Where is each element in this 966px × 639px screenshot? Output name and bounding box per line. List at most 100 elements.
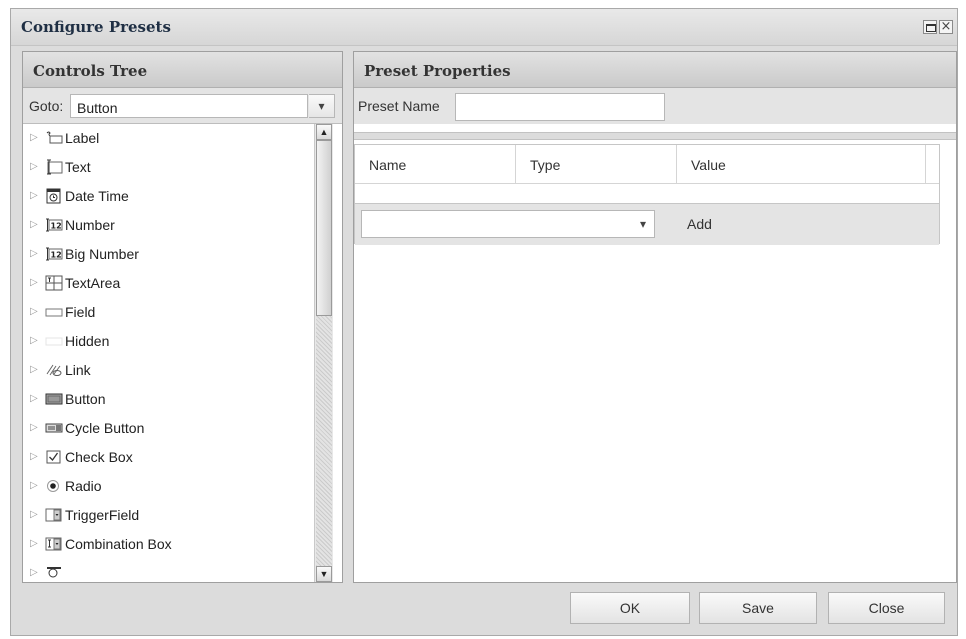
- expand-arrow-icon[interactable]: ▷: [30, 393, 38, 404]
- expand-arrow-icon[interactable]: ▷: [30, 161, 38, 172]
- tree-item[interactable]: ▷ Field: [23, 298, 312, 327]
- link-icon: [45, 362, 63, 378]
- preset-name-input[interactable]: [455, 93, 665, 121]
- chevron-down-icon[interactable]: ▾: [309, 94, 335, 118]
- tree-item[interactable]: ▷: [23, 559, 312, 582]
- tree-item[interactable]: ▷ Combination Box: [23, 530, 312, 559]
- tree-item-label: Radio: [65, 478, 102, 494]
- controls-tree-panel: Controls Tree Goto: Button ▾ ▷ Label ▷ Text…: [22, 51, 343, 583]
- expand-arrow-icon[interactable]: ▷: [30, 509, 38, 520]
- configure-presets-dialog: Configure Presets × Controls Tree Goto: …: [10, 8, 958, 636]
- column-header-type[interactable]: Type: [516, 145, 677, 183]
- tree-item[interactable]: ▷ 12 Number: [23, 211, 312, 240]
- grid-header: Name Type Value: [355, 145, 939, 184]
- svg-text:12: 12: [51, 222, 62, 231]
- scroll-thumb[interactable]: [316, 140, 332, 316]
- triggerfield-icon: [45, 507, 63, 523]
- tree-item[interactable]: ▷ Radio: [23, 472, 312, 501]
- textarea-icon: [45, 275, 63, 291]
- chevron-down-icon[interactable]: ▾: [632, 211, 654, 237]
- tree-item[interactable]: ▷ TextArea: [23, 269, 312, 298]
- datetime-icon: [45, 188, 63, 204]
- tree-item-label: Combination Box: [65, 536, 172, 552]
- tree-item[interactable]: ▷ TriggerField: [23, 501, 312, 530]
- tree-item[interactable]: ▷ Label: [23, 124, 312, 153]
- tree-item[interactable]: ▷ Hidden: [23, 327, 312, 356]
- expand-arrow-icon[interactable]: ▷: [30, 190, 38, 201]
- column-header-name[interactable]: Name: [355, 145, 516, 183]
- checkbox-icon: [45, 449, 63, 465]
- preset-properties-header: Preset Properties: [354, 52, 956, 88]
- expand-arrow-icon[interactable]: ▷: [30, 364, 38, 375]
- tree-item-label: Button: [65, 391, 106, 407]
- preset-name-label: Preset Name: [358, 98, 440, 114]
- tree-item-label: TextArea: [65, 275, 121, 291]
- preset-name-bar: Preset Name: [354, 88, 956, 124]
- expand-arrow-icon[interactable]: ▷: [30, 335, 38, 346]
- close-button[interactable]: Close: [828, 592, 945, 624]
- tree-item-label: TriggerField: [65, 507, 140, 523]
- preset-properties-panel: Preset Properties Preset Name Name Type …: [353, 51, 957, 583]
- close-icon[interactable]: ×: [939, 20, 953, 34]
- tree-item[interactable]: ▷ Text: [23, 153, 312, 182]
- tree-item-label: Big Number: [65, 246, 139, 262]
- tree-item[interactable]: ▷ Button: [23, 385, 312, 414]
- text-icon: [45, 159, 63, 175]
- goto-bar: Goto: Button ▾: [23, 88, 342, 124]
- tree-item-label: Field: [65, 304, 96, 320]
- dialog-title: Configure Presets: [21, 18, 171, 36]
- tree-item-label: Cycle Button: [65, 420, 145, 436]
- expand-arrow-icon[interactable]: ▷: [30, 248, 38, 259]
- goto-combo-input[interactable]: Button: [70, 94, 308, 118]
- ok-button[interactable]: OK: [570, 592, 690, 624]
- tree-item[interactable]: ▷ Cycle Button: [23, 414, 312, 443]
- tree-item[interactable]: ▷ 12 Big Number: [23, 240, 312, 269]
- save-button[interactable]: Save: [699, 592, 817, 624]
- tree-item-label: Hidden: [65, 333, 110, 349]
- hidden-icon: [45, 333, 63, 349]
- expand-arrow-icon[interactable]: ▷: [30, 480, 38, 491]
- controls-tree-header: Controls Tree: [23, 52, 342, 88]
- tree-item-label: Link: [65, 362, 91, 378]
- tree-item-label: Text: [65, 159, 91, 175]
- controls-tree: ▷ Label ▷ Text ▷ Date Time ▷ 12 Number ▷ 12 Big Num…: [23, 124, 312, 582]
- combobox-icon: [45, 536, 63, 552]
- cycle-button-icon: [45, 420, 63, 436]
- expand-arrow-icon[interactable]: ▷: [30, 219, 38, 230]
- properties-grid: Name Type Value ▾ Add: [354, 144, 940, 245]
- tree-item[interactable]: ▷ Date Time: [23, 182, 312, 211]
- expand-arrow-icon[interactable]: ▷: [30, 306, 38, 317]
- number-icon: 12: [45, 217, 63, 233]
- expand-arrow-icon[interactable]: ▷: [30, 132, 38, 143]
- tree-item-label: Number: [65, 217, 115, 233]
- separator-bar: [354, 132, 956, 140]
- tree-item[interactable]: ▷ Link: [23, 356, 312, 385]
- tree-item[interactable]: ▷ Check Box: [23, 443, 312, 472]
- add-button[interactable]: Add: [687, 216, 712, 232]
- titlebar: Configure Presets ×: [11, 9, 957, 46]
- column-header-value[interactable]: Value: [677, 145, 926, 183]
- expand-arrow-icon[interactable]: ▷: [30, 277, 38, 288]
- tree-item-label: Label: [65, 130, 100, 146]
- button-icon: [45, 391, 63, 407]
- property-select-combo[interactable]: ▾: [361, 210, 655, 238]
- tree-scrollbar[interactable]: ▲ ▼: [314, 124, 333, 582]
- goto-label: Goto:: [29, 98, 64, 114]
- scroll-down-icon[interactable]: ▼: [316, 566, 332, 582]
- radio-icon: [45, 478, 63, 494]
- expand-arrow-icon[interactable]: ▷: [30, 538, 38, 549]
- field-icon: [45, 304, 63, 320]
- maximize-icon[interactable]: [923, 20, 937, 34]
- partial-icon: [45, 565, 63, 581]
- tree-item-label: Date Time: [65, 188, 129, 204]
- scroll-up-icon[interactable]: ▲: [316, 124, 332, 140]
- expand-arrow-icon[interactable]: ▷: [30, 422, 38, 433]
- scroll-track[interactable]: [316, 316, 332, 566]
- expand-arrow-icon[interactable]: ▷: [30, 451, 38, 462]
- add-property-bar: ▾ Add: [355, 203, 939, 245]
- tree-item-label: Check Box: [65, 449, 133, 465]
- expand-arrow-icon[interactable]: ▷: [30, 567, 38, 578]
- svg-text:12: 12: [51, 251, 62, 260]
- big-number-icon: 12: [45, 246, 63, 262]
- label-icon: [45, 130, 63, 146]
